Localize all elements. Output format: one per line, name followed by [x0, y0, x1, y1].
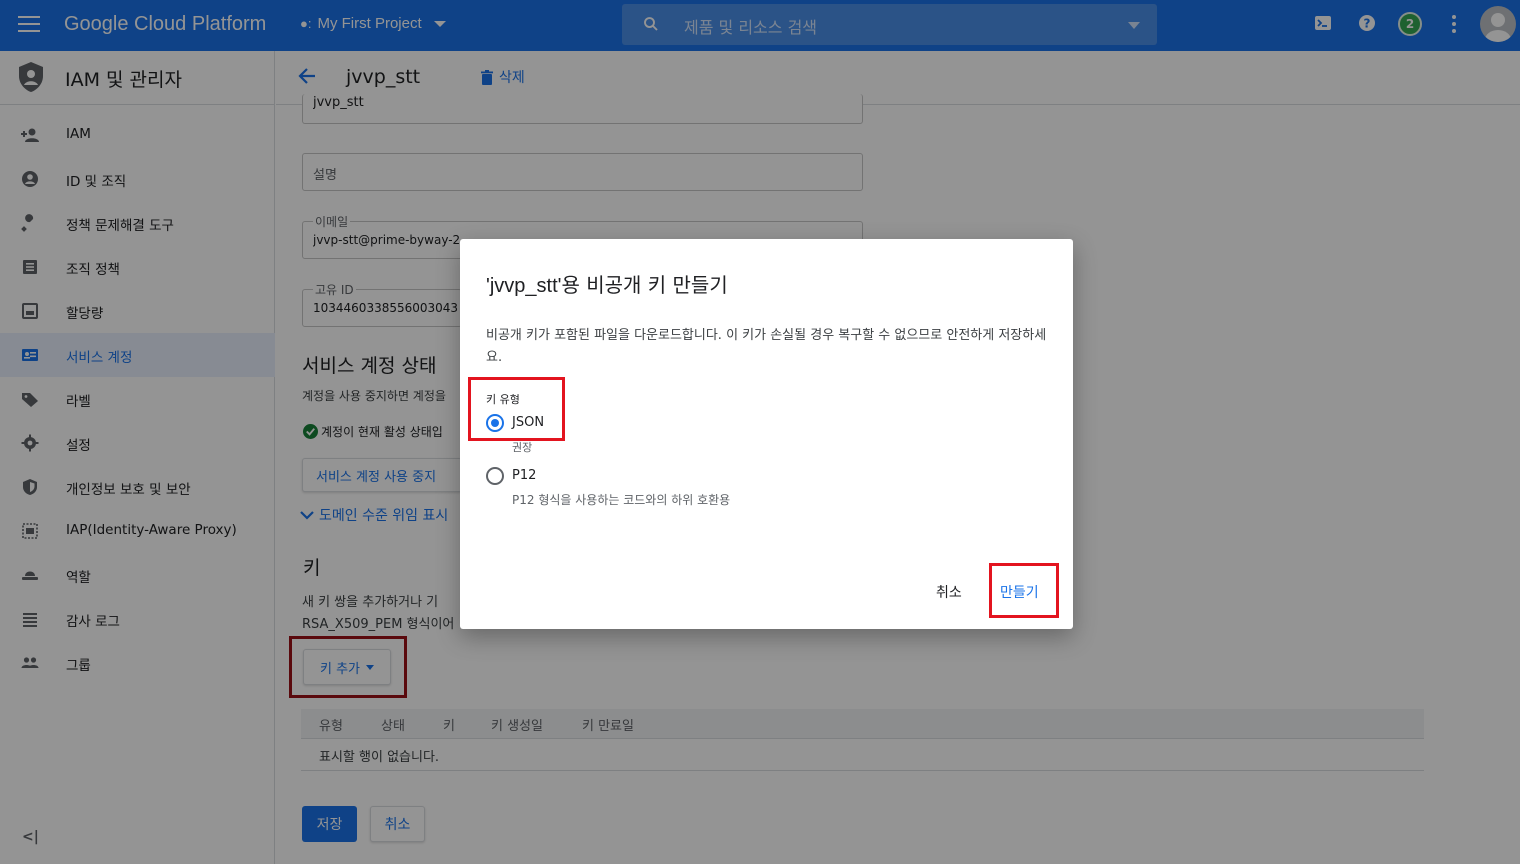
dialog-cancel-button[interactable]: 취소	[936, 582, 962, 602]
dialog-title-account: 'jvvp_stt'	[486, 275, 562, 297]
p12-label[interactable]: P12	[512, 468, 536, 483]
highlight-key-type	[468, 377, 565, 441]
p12-radio[interactable]	[486, 467, 504, 485]
json-sub: 권장	[512, 441, 533, 454]
p12-sub: P12 형식을 사용하는 코드와의 하위 호환용	[512, 493, 731, 507]
dialog-title-text: 용 비공개 키 만들기	[561, 273, 728, 297]
dialog-description: 비공개 키가 포함된 파일을 다운로드합니다. 이 키가 손실될 경우 복구할 …	[486, 328, 1047, 365]
dialog-title: 'jvvp_stt'용 비공개 키 만들기	[486, 269, 728, 298]
highlight-create-button	[989, 563, 1059, 618]
